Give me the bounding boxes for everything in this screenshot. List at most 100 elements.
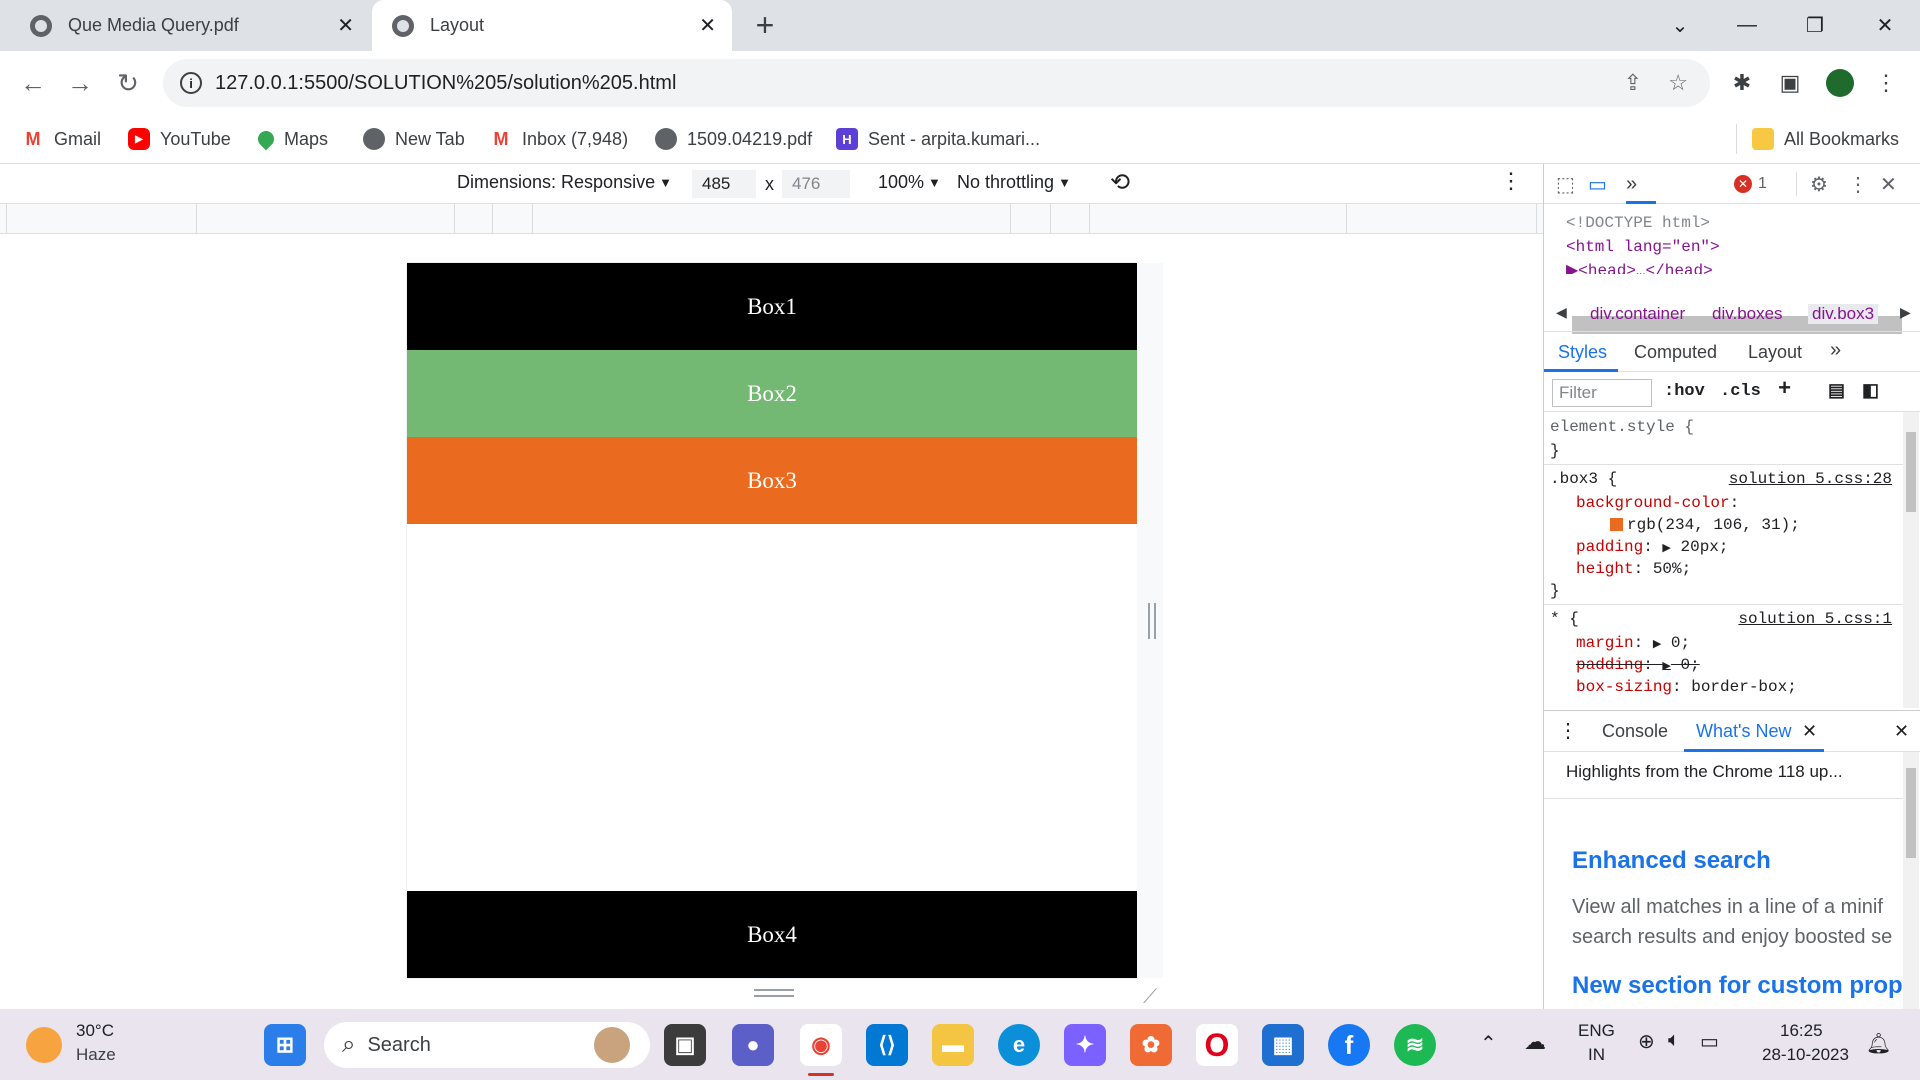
clock-time[interactable]: 16:25 [1780, 1021, 1823, 1041]
settings-gear-icon[interactable]: ⚙ [1810, 171, 1828, 197]
ruler-segment[interactable] [196, 204, 197, 234]
more-tabs-icon[interactable]: » [1626, 171, 1637, 197]
element-style-selector[interactable]: element.style { [1550, 418, 1694, 436]
breadcrumb-container[interactable]: div.container [1590, 304, 1685, 324]
menu-kebab-icon[interactable]: ⋮ [1868, 65, 1904, 101]
paint-brush-icon[interactable]: ▤ [1828, 380, 1845, 402]
windows-start-icon[interactable]: ⊞ [264, 1024, 306, 1066]
ruler-segment[interactable] [1050, 204, 1051, 234]
bookmark-inbox[interactable]: M Inbox (7,948) [490, 124, 628, 154]
scroll-left-icon[interactable]: ◀ [1556, 304, 1567, 321]
ruler-segment[interactable] [1010, 204, 1011, 234]
copilot-icon[interactable]: ✦ [1064, 1024, 1106, 1066]
network-icon[interactable]: ⊕ [1638, 1029, 1655, 1054]
css-declaration[interactable]: padding: ▶ 20px; [1576, 538, 1729, 556]
vscode-icon[interactable]: ⟨⟩ [866, 1024, 908, 1066]
store-icon[interactable]: ▦ [1262, 1024, 1304, 1066]
url-text[interactable]: 127.0.0.1:5500/SOLUTION%205/solution%205… [215, 72, 676, 95]
share-icon[interactable]: ⇪ [1624, 70, 1642, 96]
bookmark-gmail[interactable]: M Gmail [22, 124, 101, 154]
tab-whats-new[interactable]: What's New [1696, 721, 1791, 742]
tab-computed[interactable]: Computed [1634, 342, 1717, 363]
file-explorer-icon[interactable]: ▬ [932, 1024, 974, 1066]
whats-new-scrollbar[interactable] [1903, 752, 1919, 1009]
head-node[interactable]: ▶<head>…</head> [1566, 260, 1713, 274]
battery-icon[interactable]: ▭ [1700, 1029, 1719, 1054]
ruler-segment[interactable] [532, 204, 533, 234]
forward-icon[interactable]: → [62, 65, 98, 101]
ruler-segment[interactable] [492, 204, 493, 234]
devtools-menu-icon[interactable]: ⋮ [1848, 171, 1868, 197]
app-icon[interactable]: ✿ [1130, 1024, 1172, 1066]
sidebar-toggle-icon[interactable]: ◧ [1862, 380, 1879, 402]
language-indicator[interactable]: ENG [1578, 1021, 1615, 1041]
resize-corner-icon[interactable]: ⟋ [1143, 986, 1157, 1009]
cls-toggle[interactable]: .cls [1720, 382, 1761, 401]
breadcrumb-boxes[interactable]: div.boxes [1712, 304, 1783, 324]
onedrive-icon[interactable]: ☁ [1524, 1029, 1546, 1055]
rotate-icon[interactable]: ⟲ [1110, 168, 1130, 197]
facebook-icon[interactable]: f [1328, 1024, 1370, 1066]
error-counter[interactable]: ✕ 1 [1734, 171, 1767, 197]
tab-console[interactable]: Console [1602, 721, 1668, 742]
css-declaration[interactable]: box-sizing: border-box; [1576, 678, 1797, 696]
dimensions-dropdown[interactable]: Dimensions: Responsive ▼ [457, 172, 672, 193]
profile-avatar[interactable] [1822, 65, 1858, 101]
tab-close-icon[interactable]: ✕ [337, 13, 354, 38]
bookmark-star-icon[interactable]: ☆ [1668, 70, 1688, 96]
taskbar-search[interactable]: ⌕ Search [324, 1022, 650, 1068]
chrome-icon[interactable]: ◉ [800, 1024, 842, 1066]
expand-arrow-icon[interactable]: ▶ [1662, 661, 1670, 673]
tab-styles[interactable]: Styles [1558, 342, 1607, 363]
tab-que-media-query[interactable]: Que Media Query.pdf ✕ [0, 0, 370, 51]
tab-search-chevron-icon[interactable]: ⌄ [1655, 8, 1705, 42]
universal-selector[interactable]: * { [1550, 610, 1579, 628]
height-input[interactable]: 476 [782, 170, 850, 198]
new-tab-button[interactable]: + [748, 7, 782, 43]
device-toggle-icon[interactable]: ▭ [1588, 171, 1607, 197]
tab-layout[interactable]: Layout [1748, 342, 1802, 363]
html-node[interactable]: <html lang="en"> [1566, 238, 1720, 256]
bookmark-pdf[interactable]: 1509.04219.pdf [655, 124, 812, 154]
styles-scrollbar[interactable] [1903, 412, 1919, 708]
expand-arrow-icon[interactable]: ▶ [1653, 639, 1661, 651]
extensions-icon[interactable]: ✱ [1724, 65, 1760, 101]
inspect-element-icon[interactable]: ⬚ [1556, 171, 1575, 197]
zoom-dropdown[interactable]: 100% ▼ [878, 172, 941, 193]
bookmark-sent[interactable]: H Sent - arpita.kumari... [836, 124, 1040, 154]
chevron-up-icon[interactable]: ⌃ [1480, 1031, 1497, 1056]
edge-icon[interactable]: e [998, 1024, 1040, 1066]
notifications-icon[interactable]: 🔔︎ [1866, 1031, 1891, 1056]
css-declaration[interactable]: background-color: [1576, 494, 1739, 512]
clock-date[interactable]: 28-10-2023 [1762, 1045, 1849, 1065]
tab-close-icon[interactable]: ✕ [699, 13, 716, 38]
spotify-icon[interactable]: ≋ [1394, 1024, 1436, 1066]
ruler-segment[interactable] [454, 204, 455, 234]
tab-layout[interactable]: Layout ✕ [372, 0, 732, 51]
resize-handle-right[interactable] [1148, 603, 1156, 639]
resize-handle-bottom[interactable] [754, 989, 794, 997]
reload-icon[interactable]: ↻ [110, 65, 146, 101]
filter-input[interactable]: Filter [1552, 379, 1652, 407]
bookmark-youtube[interactable]: ▶ YouTube [128, 124, 231, 154]
universal-source-link[interactable]: solution 5.css:1 [1738, 610, 1892, 628]
task-view-icon[interactable]: ▣ [664, 1024, 706, 1066]
box3-source-link[interactable]: solution 5.css:28 [1729, 470, 1892, 488]
restore-icon[interactable]: ❐ [1790, 8, 1840, 42]
css-declaration[interactable]: margin: ▶ 0; [1576, 634, 1690, 652]
all-bookmarks[interactable]: All Bookmarks [1752, 124, 1899, 154]
css-value-row[interactable]: rgb(234, 106, 31); [1610, 516, 1800, 534]
window-close-icon[interactable]: ✕ [1860, 8, 1910, 42]
devtools-close-icon[interactable]: ✕ [1880, 171, 1897, 197]
throttling-dropdown[interactable]: No throttling ▼ [957, 172, 1071, 193]
weather-desc[interactable]: Haze [76, 1045, 116, 1065]
color-swatch[interactable] [1610, 518, 1623, 532]
css-declaration[interactable]: height: 50%; [1576, 560, 1691, 578]
breadcrumb-box3[interactable]: div.box3 [1808, 304, 1879, 324]
scrollbar-thumb[interactable] [1906, 768, 1916, 858]
hov-toggle[interactable]: :hov [1664, 382, 1705, 401]
expand-arrow-icon[interactable]: ▶ [1662, 543, 1670, 555]
minimize-icon[interactable]: — [1722, 8, 1772, 42]
site-info-icon[interactable]: i [180, 72, 202, 94]
opera-icon[interactable]: O [1196, 1024, 1238, 1066]
